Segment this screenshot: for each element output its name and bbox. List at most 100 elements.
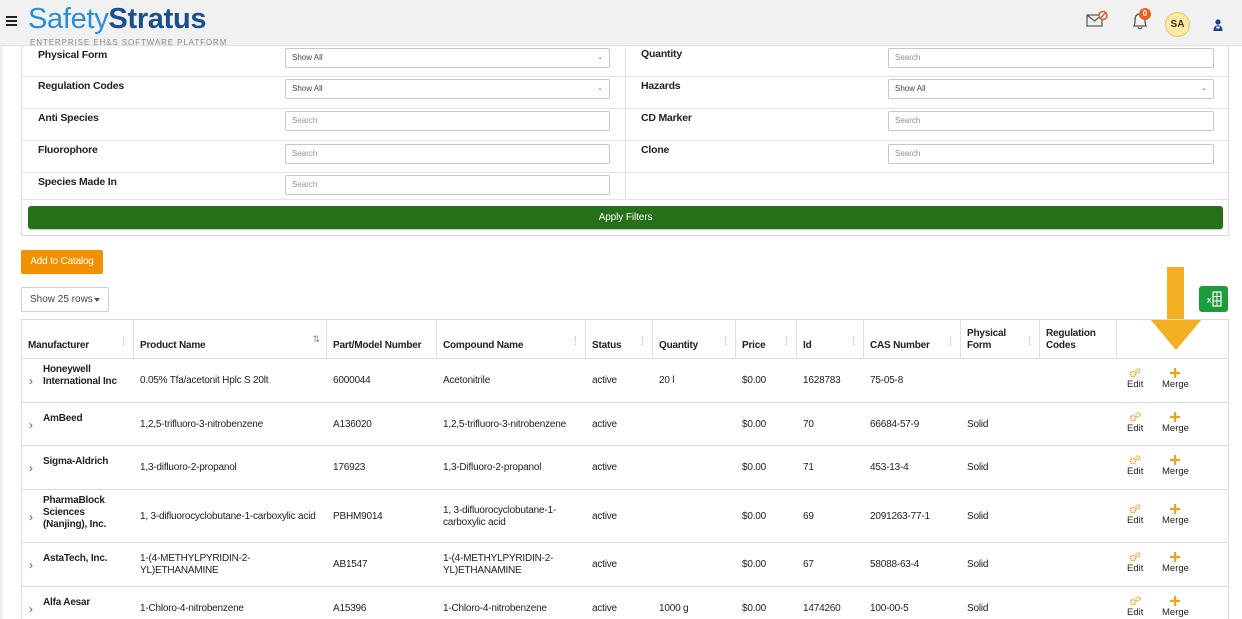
column-header-id[interactable]: Id — [797, 320, 864, 359]
chevron-down-icon: ⌄ — [597, 85, 603, 92]
cell-cas-number: 75-05-8 — [864, 359, 961, 402]
filter-label-quantity: Quantity — [641, 48, 682, 60]
merge-button[interactable]: Merge — [1162, 503, 1189, 526]
plus-icon — [1170, 552, 1181, 562]
cell-physical-form: Solid — [961, 543, 1040, 586]
table-row: AstaTech, Inc. 1-(4-METHYLPYRIDIN-2-YL)ET… — [22, 543, 1228, 587]
merge-button[interactable]: Merge — [1162, 455, 1189, 477]
cell-part-number-text: A136020 — [333, 419, 372, 430]
cell-id: 67 — [797, 543, 864, 586]
expand-row-chevron-icon[interactable]: › — [29, 602, 33, 616]
column-header-regulation-codes[interactable]: Regulation Codes — [1040, 320, 1117, 359]
filter-row: Regulation Codes Show All ⌄ Hazards Show… — [22, 77, 1230, 109]
edit-button[interactable]: Edit — [1127, 596, 1143, 618]
app-logo[interactable]: SafetyStratus — [28, 0, 207, 38]
anti-species-search-input[interactable]: Search — [285, 111, 610, 131]
expand-row-chevron-icon[interactable]: › — [29, 418, 33, 432]
column-header-price[interactable]: Price — [736, 320, 797, 359]
cell-compound-name-text: Acetonitrile — [443, 375, 491, 386]
edit-button[interactable]: Edit — [1127, 411, 1143, 434]
cell-status-text: active — [592, 559, 617, 570]
cd-marker-search-input[interactable]: Search — [888, 111, 1214, 131]
rows-per-page-select[interactable]: Show 25 rows — [21, 287, 109, 312]
cell-status: active — [586, 359, 653, 402]
filter-row: Fluorophore Search Clone Search — [22, 141, 1230, 173]
cell-compound-name: 1,2,5-trifluoro-3-nitrobenzene — [437, 403, 586, 445]
cell-cas-number-text: 2091263-77-1 — [870, 511, 930, 522]
hamburger-menu-icon[interactable] — [6, 16, 17, 26]
cell-cas-number: 58088-63-4 — [864, 543, 961, 586]
cell-physical-form-text: Solid — [967, 511, 989, 522]
sort-icon — [642, 336, 645, 345]
edit-button[interactable]: Edit — [1127, 503, 1143, 526]
cell-physical-form-text: Solid — [967, 559, 989, 570]
cell-regulation-codes — [1040, 359, 1117, 402]
table-row: PharmaBlock Sciences (Nanjing), Inc. 1, 3… — [22, 490, 1228, 543]
edit-button[interactable]: Edit — [1127, 368, 1143, 390]
cell-compound-name-text: 1, 3-difluorocyclobutane-1-carboxylic ac… — [443, 505, 556, 528]
mail-icon[interactable] — [1086, 11, 1108, 27]
hazards-select[interactable]: Show All ⌄ — [888, 79, 1214, 99]
clone-search-input[interactable]: Search — [888, 144, 1214, 164]
cell-manufacturer-text: AstaTech, Inc. — [43, 553, 108, 564]
quantity-search-input[interactable]: Search — [888, 48, 1214, 68]
cell-cas-number: 453-13-4 — [864, 446, 961, 489]
cell-product-name: 0.05% Tfa/acetonit Hplc S 20lt — [134, 359, 327, 402]
merge-button-label: Merge — [1162, 466, 1189, 477]
cell-quantity-text: 1000 g — [659, 603, 689, 614]
apply-filters-button[interactable]: Apply Filters — [28, 206, 1223, 229]
regulation-codes-select[interactable]: Show All ⌄ — [285, 79, 610, 99]
add-to-catalog-button[interactable]: Add to Catalog — [21, 250, 103, 274]
merge-button[interactable]: Merge — [1162, 411, 1189, 434]
cell-price: $0.00 — [736, 446, 797, 489]
column-header-product-name[interactable]: Product Name ⇅ — [134, 320, 327, 359]
merge-button[interactable]: Merge — [1162, 596, 1189, 618]
expand-row-chevron-icon[interactable]: › — [29, 461, 33, 475]
cell-compound-name-text: 1,3-Difluoro-2-propanol — [443, 462, 542, 473]
expand-row-chevron-icon[interactable]: › — [29, 558, 33, 572]
cell-manufacturer: Honeywell International Inc — [22, 359, 134, 402]
plus-icon — [1170, 596, 1181, 606]
excel-export-button[interactable]: x — [1199, 286, 1228, 312]
cell-cas-number-text: 100-00-5 — [870, 603, 909, 614]
fluorophore-search-input[interactable]: Search — [285, 144, 610, 164]
edit-button[interactable]: Edit — [1127, 455, 1143, 477]
cell-part-number: A15396 — [327, 587, 437, 619]
expand-row-chevron-icon[interactable]: › — [29, 374, 33, 388]
cell-price: $0.00 — [736, 403, 797, 445]
edit-button-label: Edit — [1127, 563, 1144, 574]
cell-compound-name: 1, 3-difluorocyclobutane-1-carboxylic ac… — [437, 490, 586, 542]
cell-price: $0.00 — [736, 543, 797, 586]
expand-row-chevron-icon[interactable]: › — [29, 510, 33, 524]
column-header-quantity[interactable]: Quantity — [653, 320, 736, 359]
cell-product-name: 1-Chloro-4-nitrobenzene — [134, 587, 327, 619]
edit-button[interactable]: Edit — [1127, 552, 1143, 574]
avatar[interactable]: SA — [1165, 12, 1190, 37]
cell-regulation-codes — [1040, 446, 1117, 489]
cell-manufacturer: AstaTech, Inc. — [22, 543, 134, 586]
cell-price-text: $0.00 — [742, 375, 767, 386]
column-header-compound-name[interactable]: Compound Name — [437, 320, 586, 359]
cell-compound-name: 1,3-Difluoro-2-propanol — [437, 446, 586, 489]
cell-id-text: 69 — [803, 511, 814, 522]
cell-part-number-text: 6000044 — [333, 375, 371, 386]
cell-compound-name: 1-(4-METHYLPYRIDIN-2-YL)ETHANAMINE — [437, 543, 586, 586]
species-made-in-search-input[interactable]: Search — [285, 175, 610, 195]
merge-button[interactable]: Merge — [1162, 368, 1189, 390]
physical-form-select[interactable]: Show All ⌄ — [285, 48, 610, 68]
caret-down-icon — [94, 298, 100, 302]
merge-button[interactable]: Merge — [1162, 552, 1189, 574]
column-header-status[interactable]: Status — [586, 320, 653, 359]
user-icon[interactable] — [1213, 19, 1223, 31]
column-header-manufacturer[interactable]: Manufacturer — [22, 320, 134, 359]
cell-part-number: 176923 — [327, 446, 437, 489]
sort-icon — [853, 336, 856, 345]
column-header-cas-number[interactable]: CAS Number — [864, 320, 961, 359]
cell-status-text: active — [592, 511, 617, 522]
cell-cas-number-text: 58088-63-4 — [870, 559, 920, 570]
column-header-physical-form[interactable]: Physical Form — [961, 320, 1040, 359]
column-header-actions — [1117, 320, 1228, 359]
column-header-part-number[interactable]: Part/Model Number — [327, 320, 437, 359]
cell-id-text: 67 — [803, 559, 814, 570]
cell-physical-form: Solid — [961, 403, 1040, 445]
